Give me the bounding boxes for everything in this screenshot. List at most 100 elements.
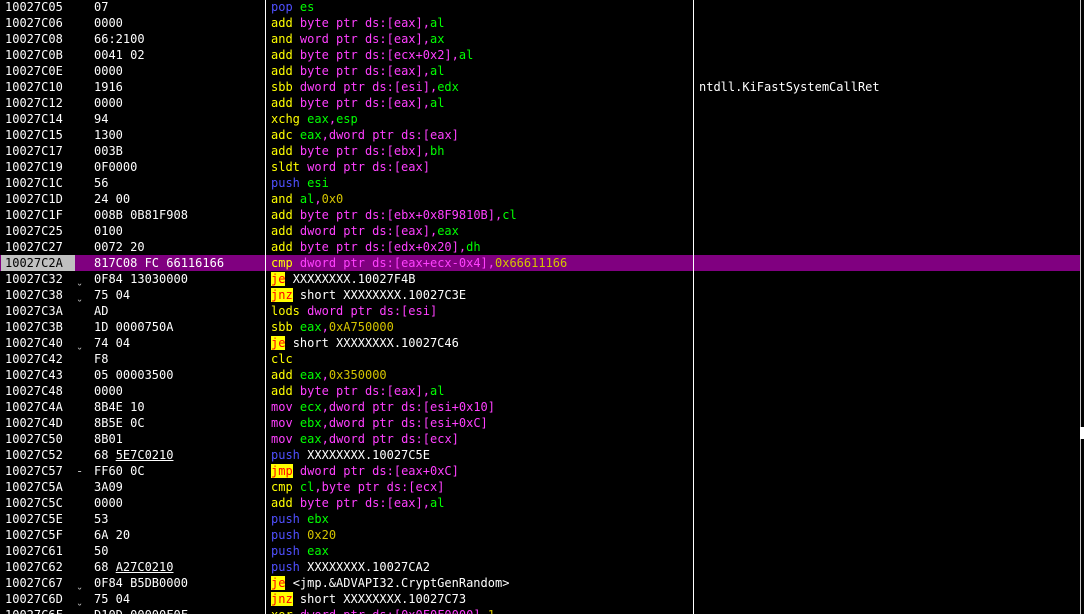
- address-cell[interactable]: 10027C40: [5, 335, 63, 351]
- instruction-cell[interactable]: clc: [271, 351, 293, 367]
- address-cell[interactable]: 10027C2A: [5, 255, 63, 271]
- hex-dump-cell[interactable]: 68 A27C0210: [94, 559, 173, 575]
- address-cell[interactable]: 10027C50: [5, 431, 63, 447]
- instruction-cell[interactable]: push XXXXXXXX.10027CA2: [271, 559, 430, 575]
- address-cell[interactable]: 10027C06: [5, 15, 63, 31]
- code-row[interactable]: 10027C38 ˬ 75 04 jnz short XXXXXXXX.10027C3…: [0, 287, 1080, 303]
- address-cell[interactable]: 10027C5F: [5, 527, 63, 543]
- instruction-cell[interactable]: push ebx: [271, 511, 329, 527]
- code-row[interactable]: 10027C61 50 push eax: [0, 543, 1080, 559]
- code-row[interactable]: 10027C40 ˬ 74 04 je short XXXXXXXX.10027C46: [0, 335, 1080, 351]
- code-row[interactable]: 10027C5E 53 push ebx: [0, 511, 1080, 527]
- instruction-cell[interactable]: sbb eax,0xA750000: [271, 319, 394, 335]
- address-cell[interactable]: 10027C52: [5, 447, 63, 463]
- hex-dump-cell[interactable]: 1916: [94, 79, 123, 95]
- instruction-cell[interactable]: je short XXXXXXXX.10027C46: [271, 335, 459, 351]
- address-cell[interactable]: 10027C19: [5, 159, 63, 175]
- code-row[interactable]: 10027C27 0072 20 add byte ptr ds:[edx+0x20…: [0, 239, 1080, 255]
- code-row[interactable]: 10027C4D 8B5E 0C mov ebx,dword ptr ds:[esi…: [0, 415, 1080, 431]
- hex-dump-cell[interactable]: 0000: [94, 15, 123, 31]
- column-divider-hex[interactable]: [265, 0, 266, 614]
- hex-dump-cell[interactable]: 50: [94, 543, 108, 559]
- hex-dump-cell[interactable]: 6A 20: [94, 527, 130, 543]
- instruction-cell[interactable]: push XXXXXXXX.10027C5E: [271, 447, 430, 463]
- instruction-cell[interactable]: sbb dword ptr ds:[esi],edx: [271, 79, 459, 95]
- code-row[interactable]: 10027C1D 24 00 and al,0x0: [0, 191, 1080, 207]
- instruction-cell[interactable]: mov ecx,dword ptr ds:[esi+0x10]: [271, 399, 495, 415]
- code-row[interactable]: 10027C32 ˬ 0F84 13030000 je XXXXXXXX.10027F…: [0, 271, 1080, 287]
- hex-dump-cell[interactable]: F8: [94, 351, 108, 367]
- address-cell[interactable]: 10027C4D: [5, 415, 63, 431]
- hex-dump-cell[interactable]: 1300: [94, 127, 123, 143]
- address-cell[interactable]: 10027C3B: [5, 319, 63, 335]
- hex-dump-cell[interactable]: 56: [94, 175, 108, 191]
- hex-dump-cell[interactable]: 3A09: [94, 479, 123, 495]
- code-row[interactable]: 10027C1C 56 push esi: [0, 175, 1080, 191]
- instruction-cell[interactable]: push 0x20: [271, 527, 336, 543]
- address-cell[interactable]: 10027C0B: [5, 47, 63, 63]
- instruction-cell[interactable]: push eax: [271, 543, 329, 559]
- address-cell[interactable]: 10027C25: [5, 223, 63, 239]
- code-row[interactable]: 10027C6F D10D 00000F0F xor dword ptr ds:[0…: [0, 607, 1080, 614]
- instruction-cell[interactable]: sldt word ptr ds:[eax]: [271, 159, 430, 175]
- hex-dump-cell[interactable]: 0000: [94, 383, 123, 399]
- instruction-cell[interactable]: cmp dword ptr ds:[eax+ecx-0x4],0x6661116…: [271, 255, 567, 271]
- hex-dump-cell[interactable]: 8B5E 0C: [94, 415, 145, 431]
- address-cell[interactable]: 10027C5C: [5, 495, 63, 511]
- code-row[interactable]: 10027C2A 817C08 FC 66116166 cmp dword ptr …: [0, 255, 1080, 271]
- scrollbar-thumb[interactable]: [1080, 427, 1084, 439]
- address-cell[interactable]: 10027C15: [5, 127, 63, 143]
- instruction-cell[interactable]: add byte ptr ds:[eax],al: [271, 63, 444, 79]
- hex-dump-cell[interactable]: 003B: [94, 143, 123, 159]
- code-row[interactable]: 10027C52 68 5E7C0210 push XXXXXXXX.10027C5…: [0, 447, 1080, 463]
- hex-dump-cell[interactable]: 66:2100: [94, 31, 145, 47]
- hex-dump-cell[interactable]: 0072 20: [94, 239, 145, 255]
- code-row[interactable]: 10027C17 003B add byte ptr ds:[ebx],bh: [0, 143, 1080, 159]
- code-row[interactable]: 10027C6D ˬ 75 04 jnz short XXXXXXXX.10027C7…: [0, 591, 1080, 607]
- code-row[interactable]: 10027C43 05 00003500 add eax,0x350000: [0, 367, 1080, 383]
- instruction-cell[interactable]: xor dword ptr ds:[0x0F0F0000],1: [271, 607, 495, 614]
- code-row[interactable]: 10027C0E 0000 add byte ptr ds:[eax],al: [0, 63, 1080, 79]
- instruction-cell[interactable]: pop es: [271, 0, 314, 15]
- code-row[interactable]: 10027C4A 8B4E 10 mov ecx,dword ptr ds:[esi…: [0, 399, 1080, 415]
- address-cell[interactable]: 10027C57: [5, 463, 63, 479]
- hex-dump-cell[interactable]: 8B4E 10: [94, 399, 145, 415]
- hex-dump-cell[interactable]: 0100: [94, 223, 123, 239]
- instruction-cell[interactable]: adc eax,dword ptr ds:[eax]: [271, 127, 459, 143]
- hex-dump-cell[interactable]: 0000: [94, 95, 123, 111]
- instruction-cell[interactable]: cmp cl,byte ptr ds:[ecx]: [271, 479, 444, 495]
- address-cell[interactable]: 10027C08: [5, 31, 63, 47]
- hex-dump-cell[interactable]: D10D 00000F0F: [94, 607, 188, 614]
- code-row[interactable]: 10027C67 ˬ 0F84 B5DB0000 je <jmp.&ADVAPI32.…: [0, 575, 1080, 591]
- hex-dump-cell[interactable]: 53: [94, 511, 108, 527]
- hex-dump-cell[interactable]: 0000: [94, 495, 123, 511]
- address-cell[interactable]: 10027C6F: [5, 607, 63, 614]
- instruction-cell[interactable]: je <jmp.&ADVAPI32.CryptGenRandom>: [271, 575, 509, 591]
- code-row[interactable]: 10027C0B 0041 02 add byte ptr ds:[ecx+0x2]…: [0, 47, 1080, 63]
- hex-dump-cell[interactable]: 94: [94, 111, 108, 127]
- hex-dump-cell[interactable]: AD: [94, 303, 108, 319]
- instruction-cell[interactable]: lods dword ptr ds:[esi]: [271, 303, 437, 319]
- address-cell[interactable]: 10027C17: [5, 143, 63, 159]
- hex-dump-cell[interactable]: 0041 02: [94, 47, 145, 63]
- code-row[interactable]: 10027C25 0100 add dword ptr ds:[eax],eax: [0, 223, 1080, 239]
- code-row[interactable]: 10027C62 68 A27C0210 push XXXXXXXX.10027CA…: [0, 559, 1080, 575]
- hex-dump-cell[interactable]: 68 5E7C0210: [94, 447, 173, 463]
- hex-dump-cell[interactable]: 1D 0000750A: [94, 319, 173, 335]
- instruction-cell[interactable]: jmp dword ptr ds:[eax+0xC]: [271, 463, 459, 479]
- code-row[interactable]: 10027C12 0000 add byte ptr ds:[eax],al: [0, 95, 1080, 111]
- hex-dump-cell[interactable]: 75 04: [94, 287, 130, 303]
- hex-dump-cell[interactable]: 0F0000: [94, 159, 137, 175]
- instruction-cell[interactable]: add dword ptr ds:[eax],eax: [271, 223, 459, 239]
- instruction-cell[interactable]: je XXXXXXXX.10027F4B: [271, 271, 416, 287]
- address-cell[interactable]: 10027C1D: [5, 191, 63, 207]
- instruction-cell[interactable]: add byte ptr ds:[ebx],bh: [271, 143, 444, 159]
- comment-cell[interactable]: ntdll.KiFastSystemCallRet: [699, 79, 880, 95]
- scrollbar-track[interactable]: [1080, 0, 1081, 614]
- instruction-cell[interactable]: add eax,0x350000: [271, 367, 387, 383]
- code-row[interactable]: 10027C50 8B01 mov eax,dword ptr ds:[ecx]: [0, 431, 1080, 447]
- instruction-cell[interactable]: and word ptr ds:[eax],ax: [271, 31, 444, 47]
- instruction-cell[interactable]: add byte ptr ds:[eax],al: [271, 495, 444, 511]
- address-cell[interactable]: 10027C5A: [5, 479, 63, 495]
- instruction-cell[interactable]: mov ebx,dword ptr ds:[esi+0xC]: [271, 415, 488, 431]
